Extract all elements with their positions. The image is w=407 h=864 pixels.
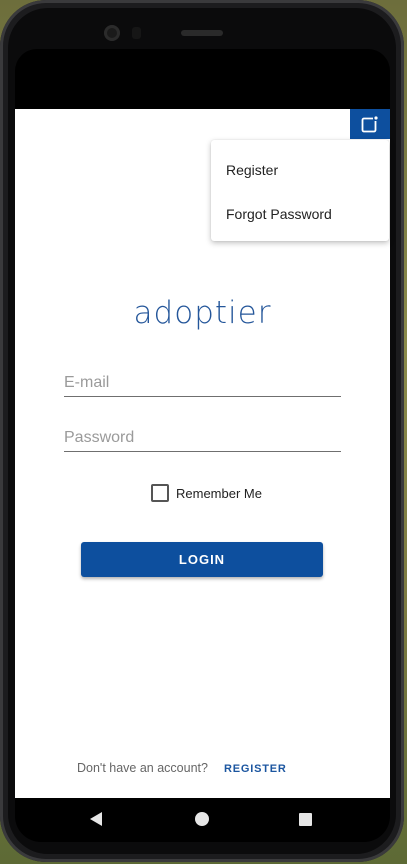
status-bar <box>15 49 390 109</box>
menu-item-register[interactable]: Register <box>226 162 278 178</box>
phone-frame: Register Forgot Password adoptier Rememb… <box>0 0 404 862</box>
earpiece-speaker <box>181 30 223 36</box>
menu-item-forgot-password[interactable]: Forgot Password <box>226 206 332 222</box>
front-camera <box>104 25 120 41</box>
back-icon[interactable] <box>90 812 102 826</box>
open-in-new-window-icon <box>361 116 378 133</box>
remember-me-row[interactable]: Remember Me <box>151 484 262 502</box>
app-screen: Register Forgot Password adoptier Rememb… <box>15 109 390 798</box>
overflow-menu: Register Forgot Password <box>211 140 389 241</box>
corner-menu-button[interactable] <box>350 109 390 139</box>
register-link[interactable]: REGISTER <box>224 763 287 775</box>
email-field[interactable] <box>64 370 341 397</box>
remember-me-checkbox[interactable] <box>151 484 169 502</box>
home-icon[interactable] <box>195 812 209 826</box>
no-account-prompt: Don't have an account? <box>77 761 208 775</box>
remember-me-label: Remember Me <box>176 485 262 501</box>
system-nav-bar <box>15 798 390 842</box>
login-button[interactable]: LOGIN <box>81 542 323 577</box>
app-logo: adoptier <box>133 295 272 331</box>
proximity-sensor <box>132 27 141 39</box>
recent-apps-icon[interactable] <box>299 813 312 826</box>
password-field[interactable] <box>64 425 341 452</box>
